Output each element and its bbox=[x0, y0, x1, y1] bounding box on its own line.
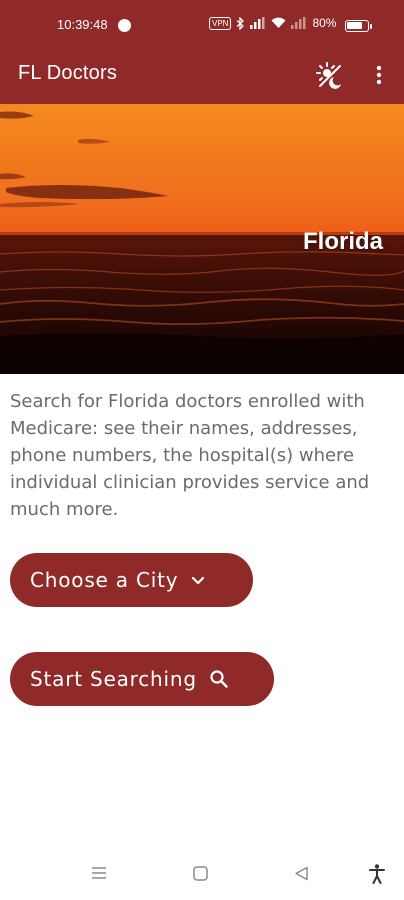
choose-city-button[interactable]: Choose a City bbox=[10, 553, 253, 607]
home-icon[interactable] bbox=[193, 866, 208, 881]
start-searching-label: Start Searching bbox=[30, 667, 197, 691]
notification-dot-icon bbox=[118, 19, 131, 32]
bluetooth-icon bbox=[237, 16, 245, 30]
hero-label: Florida bbox=[303, 228, 384, 255]
accessibility-icon[interactable] bbox=[369, 864, 385, 884]
app-title: FL Doctors bbox=[18, 62, 118, 84]
choose-city-label: Choose a City bbox=[30, 568, 179, 592]
status-icons: VPN 80% bbox=[209, 16, 336, 30]
back-icon[interactable] bbox=[294, 866, 309, 881]
wifi-icon bbox=[271, 17, 286, 28]
battery-percent: 80% bbox=[312, 16, 337, 30]
brightness-auto-icon[interactable] bbox=[314, 60, 344, 90]
vpn-icon: VPN bbox=[209, 16, 232, 30]
search-icon bbox=[209, 669, 229, 689]
more-vert-icon[interactable] bbox=[372, 63, 386, 87]
status-bar: 10:39:48 VPN 80% bbox=[0, 0, 404, 54]
cellular-icon bbox=[250, 17, 265, 29]
battery-level bbox=[347, 22, 362, 29]
hero-image: Florida bbox=[0, 104, 404, 374]
app-description: Search for Florida doctors enrolled with… bbox=[10, 391, 370, 520]
chevron-down-icon bbox=[190, 572, 206, 588]
system-nav-bar bbox=[0, 846, 404, 900]
start-searching-button[interactable]: Start Searching bbox=[10, 652, 274, 706]
battery-icon bbox=[345, 20, 372, 32]
status-time: 10:39:48 bbox=[57, 17, 108, 32]
app-bar: FL Doctors bbox=[0, 54, 404, 104]
recent-apps-icon[interactable] bbox=[91, 866, 107, 880]
signal-icon bbox=[291, 17, 306, 29]
